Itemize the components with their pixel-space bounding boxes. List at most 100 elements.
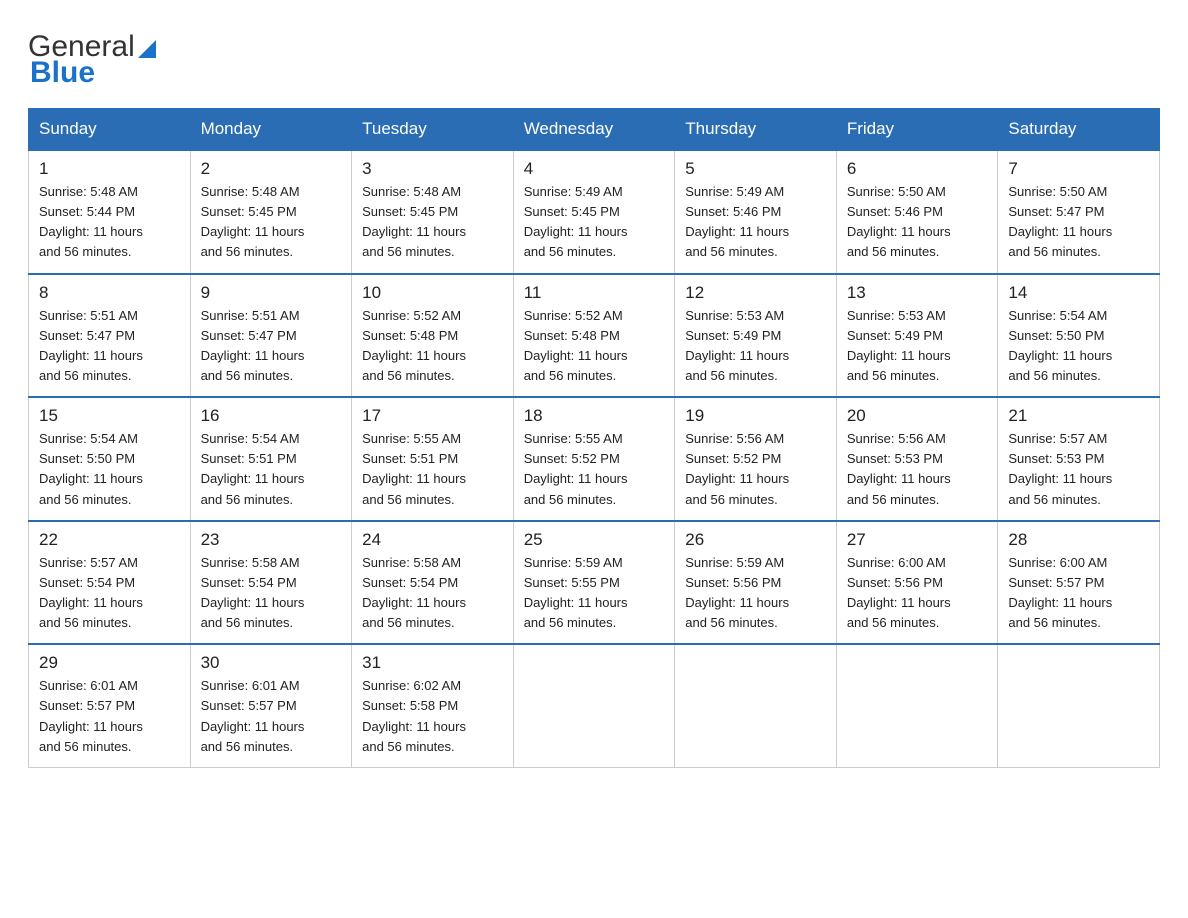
day-number: 15 (39, 406, 180, 426)
calendar-cell: 30 Sunrise: 6:01 AMSunset: 5:57 PMDaylig… (190, 644, 352, 767)
day-number: 11 (524, 283, 665, 303)
logo: General Blue (28, 24, 156, 90)
column-header-wednesday: Wednesday (513, 109, 675, 151)
day-info: Sunrise: 6:01 AMSunset: 5:57 PMDaylight:… (39, 676, 180, 757)
logo-blue-text: Blue (30, 56, 95, 90)
day-number: 8 (39, 283, 180, 303)
day-number: 19 (685, 406, 826, 426)
column-header-sunday: Sunday (29, 109, 191, 151)
calendar-cell (836, 644, 998, 767)
calendar-cell: 3 Sunrise: 5:48 AMSunset: 5:45 PMDayligh… (352, 150, 514, 274)
day-number: 27 (847, 530, 988, 550)
calendar-cell: 27 Sunrise: 6:00 AMSunset: 5:56 PMDaylig… (836, 521, 998, 645)
week-row-2: 8 Sunrise: 5:51 AMSunset: 5:47 PMDayligh… (29, 274, 1160, 398)
day-number: 28 (1008, 530, 1149, 550)
day-number: 31 (362, 653, 503, 673)
calendar-table: SundayMondayTuesdayWednesdayThursdayFrid… (28, 108, 1160, 768)
day-number: 20 (847, 406, 988, 426)
day-info: Sunrise: 5:57 AMSunset: 5:54 PMDaylight:… (39, 553, 180, 634)
day-number: 2 (201, 159, 342, 179)
day-info: Sunrise: 5:51 AMSunset: 5:47 PMDaylight:… (201, 306, 342, 387)
calendar-cell: 24 Sunrise: 5:58 AMSunset: 5:54 PMDaylig… (352, 521, 514, 645)
week-row-4: 22 Sunrise: 5:57 AMSunset: 5:54 PMDaylig… (29, 521, 1160, 645)
calendar-cell: 26 Sunrise: 5:59 AMSunset: 5:56 PMDaylig… (675, 521, 837, 645)
day-number: 7 (1008, 159, 1149, 179)
calendar-cell: 29 Sunrise: 6:01 AMSunset: 5:57 PMDaylig… (29, 644, 191, 767)
calendar-cell: 31 Sunrise: 6:02 AMSunset: 5:58 PMDaylig… (352, 644, 514, 767)
day-number: 6 (847, 159, 988, 179)
day-info: Sunrise: 5:56 AMSunset: 5:52 PMDaylight:… (685, 429, 826, 510)
day-number: 18 (524, 406, 665, 426)
day-number: 22 (39, 530, 180, 550)
column-header-tuesday: Tuesday (352, 109, 514, 151)
day-info: Sunrise: 6:00 AMSunset: 5:56 PMDaylight:… (847, 553, 988, 634)
calendar-cell: 22 Sunrise: 5:57 AMSunset: 5:54 PMDaylig… (29, 521, 191, 645)
day-number: 5 (685, 159, 826, 179)
calendar-cell: 25 Sunrise: 5:59 AMSunset: 5:55 PMDaylig… (513, 521, 675, 645)
day-number: 4 (524, 159, 665, 179)
calendar-cell: 21 Sunrise: 5:57 AMSunset: 5:53 PMDaylig… (998, 397, 1160, 521)
day-info: Sunrise: 5:49 AMSunset: 5:45 PMDaylight:… (524, 182, 665, 263)
calendar-cell: 9 Sunrise: 5:51 AMSunset: 5:47 PMDayligh… (190, 274, 352, 398)
calendar-cell: 20 Sunrise: 5:56 AMSunset: 5:53 PMDaylig… (836, 397, 998, 521)
day-number: 9 (201, 283, 342, 303)
calendar-cell: 11 Sunrise: 5:52 AMSunset: 5:48 PMDaylig… (513, 274, 675, 398)
day-number: 26 (685, 530, 826, 550)
calendar-cell: 10 Sunrise: 5:52 AMSunset: 5:48 PMDaylig… (352, 274, 514, 398)
day-number: 10 (362, 283, 503, 303)
calendar-cell: 23 Sunrise: 5:58 AMSunset: 5:54 PMDaylig… (190, 521, 352, 645)
column-header-saturday: Saturday (998, 109, 1160, 151)
calendar-cell: 14 Sunrise: 5:54 AMSunset: 5:50 PMDaylig… (998, 274, 1160, 398)
day-info: Sunrise: 5:55 AMSunset: 5:51 PMDaylight:… (362, 429, 503, 510)
calendar-cell (998, 644, 1160, 767)
day-info: Sunrise: 6:01 AMSunset: 5:57 PMDaylight:… (201, 676, 342, 757)
column-header-thursday: Thursday (675, 109, 837, 151)
day-info: Sunrise: 5:50 AMSunset: 5:47 PMDaylight:… (1008, 182, 1149, 263)
day-info: Sunrise: 5:48 AMSunset: 5:45 PMDaylight:… (201, 182, 342, 263)
day-number: 1 (39, 159, 180, 179)
day-info: Sunrise: 6:00 AMSunset: 5:57 PMDaylight:… (1008, 553, 1149, 634)
day-info: Sunrise: 5:59 AMSunset: 5:55 PMDaylight:… (524, 553, 665, 634)
day-info: Sunrise: 5:48 AMSunset: 5:44 PMDaylight:… (39, 182, 180, 263)
day-info: Sunrise: 5:48 AMSunset: 5:45 PMDaylight:… (362, 182, 503, 263)
calendar-cell: 4 Sunrise: 5:49 AMSunset: 5:45 PMDayligh… (513, 150, 675, 274)
day-info: Sunrise: 5:49 AMSunset: 5:46 PMDaylight:… (685, 182, 826, 263)
calendar-cell: 8 Sunrise: 5:51 AMSunset: 5:47 PMDayligh… (29, 274, 191, 398)
calendar-cell (675, 644, 837, 767)
day-info: Sunrise: 6:02 AMSunset: 5:58 PMDaylight:… (362, 676, 503, 757)
day-info: Sunrise: 5:54 AMSunset: 5:51 PMDaylight:… (201, 429, 342, 510)
day-info: Sunrise: 5:54 AMSunset: 5:50 PMDaylight:… (39, 429, 180, 510)
day-number: 16 (201, 406, 342, 426)
day-number: 21 (1008, 406, 1149, 426)
day-info: Sunrise: 5:54 AMSunset: 5:50 PMDaylight:… (1008, 306, 1149, 387)
calendar-cell: 28 Sunrise: 6:00 AMSunset: 5:57 PMDaylig… (998, 521, 1160, 645)
calendar-cell: 17 Sunrise: 5:55 AMSunset: 5:51 PMDaylig… (352, 397, 514, 521)
day-info: Sunrise: 5:57 AMSunset: 5:53 PMDaylight:… (1008, 429, 1149, 510)
day-info: Sunrise: 5:55 AMSunset: 5:52 PMDaylight:… (524, 429, 665, 510)
day-number: 12 (685, 283, 826, 303)
calendar-cell: 2 Sunrise: 5:48 AMSunset: 5:45 PMDayligh… (190, 150, 352, 274)
calendar-cell: 5 Sunrise: 5:49 AMSunset: 5:46 PMDayligh… (675, 150, 837, 274)
calendar-cell: 19 Sunrise: 5:56 AMSunset: 5:52 PMDaylig… (675, 397, 837, 521)
calendar-cell: 7 Sunrise: 5:50 AMSunset: 5:47 PMDayligh… (998, 150, 1160, 274)
logo-arrow-icon (138, 36, 156, 58)
day-number: 17 (362, 406, 503, 426)
header-row: SundayMondayTuesdayWednesdayThursdayFrid… (29, 109, 1160, 151)
column-header-monday: Monday (190, 109, 352, 151)
day-info: Sunrise: 5:52 AMSunset: 5:48 PMDaylight:… (362, 306, 503, 387)
week-row-3: 15 Sunrise: 5:54 AMSunset: 5:50 PMDaylig… (29, 397, 1160, 521)
calendar-cell: 12 Sunrise: 5:53 AMSunset: 5:49 PMDaylig… (675, 274, 837, 398)
calendar-cell: 15 Sunrise: 5:54 AMSunset: 5:50 PMDaylig… (29, 397, 191, 521)
day-info: Sunrise: 5:59 AMSunset: 5:56 PMDaylight:… (685, 553, 826, 634)
week-row-5: 29 Sunrise: 6:01 AMSunset: 5:57 PMDaylig… (29, 644, 1160, 767)
calendar-cell: 1 Sunrise: 5:48 AMSunset: 5:44 PMDayligh… (29, 150, 191, 274)
day-info: Sunrise: 5:58 AMSunset: 5:54 PMDaylight:… (362, 553, 503, 634)
day-info: Sunrise: 5:52 AMSunset: 5:48 PMDaylight:… (524, 306, 665, 387)
day-number: 30 (201, 653, 342, 673)
calendar-cell: 6 Sunrise: 5:50 AMSunset: 5:46 PMDayligh… (836, 150, 998, 274)
day-info: Sunrise: 5:53 AMSunset: 5:49 PMDaylight:… (847, 306, 988, 387)
day-number: 13 (847, 283, 988, 303)
day-number: 25 (524, 530, 665, 550)
day-number: 23 (201, 530, 342, 550)
page-header: General Blue (28, 24, 1160, 90)
